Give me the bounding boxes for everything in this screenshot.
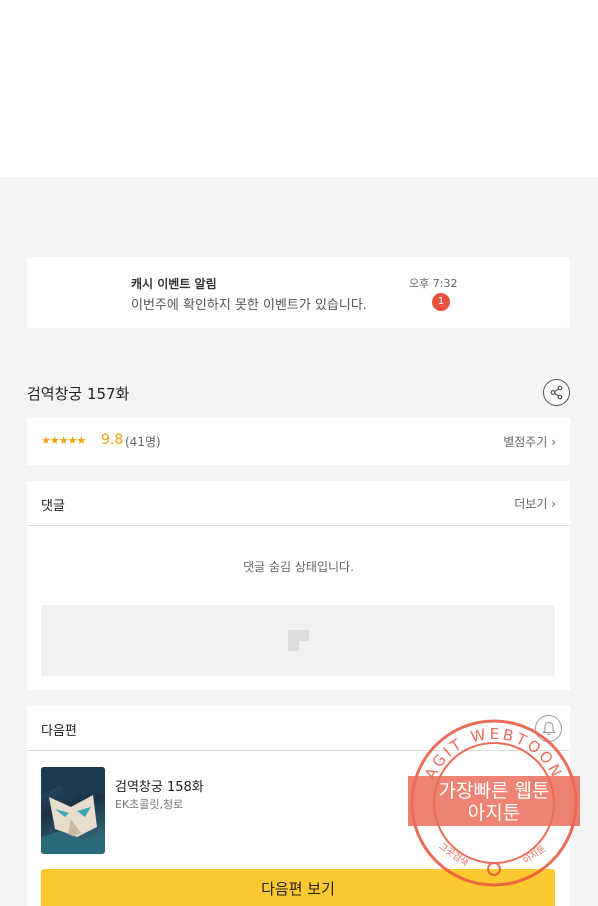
- rating-score: 9.8: [101, 432, 124, 448]
- notification-time: 오후 7:32: [409, 277, 458, 290]
- cash-event-notification[interactable]: 캐시 이벤트 알림 이번주에 확인하지 못한 이벤트가 있습니다. 오후 7:3…: [27, 257, 570, 328]
- watermark-line1: 가장빠른 웹툰: [439, 780, 550, 802]
- notification-badge: 1: [432, 293, 450, 311]
- watermark-ring-text: AGIT WEBTOON: [421, 725, 566, 782]
- next-episode-title[interactable]: 검역창궁 158화: [115, 776, 204, 795]
- rate-button[interactable]: 별점주기 ›: [503, 433, 556, 450]
- ad-placeholder[interactable]: [41, 605, 555, 676]
- notification-message: 이번주에 확인하지 못한 이벤트가 있습니다.: [131, 298, 367, 313]
- comments-section: 댓글 더보기 › 댓글 숨김 상태입니다.: [27, 481, 570, 690]
- comments-hidden-message: 댓글 숨김 상태입니다.: [243, 560, 354, 574]
- notification-title: 캐시 이벤트 알림: [131, 277, 217, 291]
- next-episode-label: 다음편: [41, 724, 77, 739]
- rating-stars: ★★★★★: [41, 434, 86, 447]
- comments-header: 댓글 더보기 ›: [27, 481, 570, 526]
- comments-more-link[interactable]: 더보기 ›: [514, 495, 556, 512]
- episode-title: 검역창궁 157화: [27, 385, 130, 403]
- share-button[interactable]: [543, 379, 570, 406]
- placeholder-icon: [288, 630, 309, 651]
- share-icon: [550, 385, 563, 400]
- watermark-line2: 아지툰: [468, 802, 520, 824]
- next-episode-authors: EK초콜릿,청로: [115, 798, 184, 811]
- comments-label: 댓글: [41, 499, 65, 514]
- rating-count: (41명): [125, 435, 161, 449]
- rating-bar: ★★★★★ 9.8 (41명) 별점주기 ›: [27, 418, 570, 465]
- watermark-stamp: AGIT WEBTOON 가장빠른 웹툰 아지툰 그곳검색 아지툰: [408, 719, 580, 887]
- next-episode-thumbnail[interactable]: [41, 767, 105, 854]
- top-blank-area: [0, 0, 598, 177]
